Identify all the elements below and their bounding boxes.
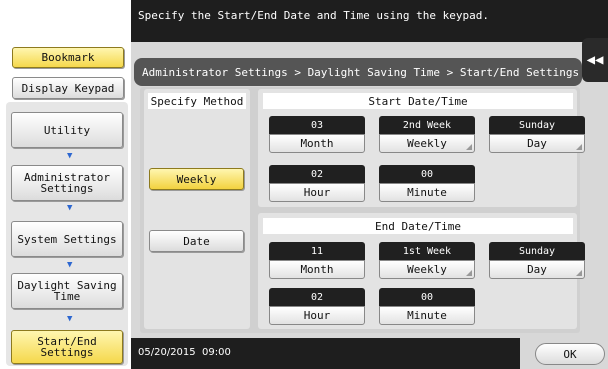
start-minute-label: Minute: [407, 186, 447, 199]
end-day-button[interactable]: Day: [489, 260, 585, 279]
end-hour-value: 02: [269, 288, 365, 307]
start-day-value: Sunday: [489, 116, 585, 135]
start-hour-label: Hour: [303, 186, 331, 199]
start-minute-field: 00 Minute: [379, 165, 475, 202]
start-week-label: Weekly: [407, 137, 447, 150]
start-day-button[interactable]: Day: [489, 134, 585, 153]
status-datetime: 05/20/2015 09:00: [138, 347, 231, 358]
start-month-button[interactable]: Month: [269, 134, 365, 153]
down-arrow-icon: ▼: [67, 314, 73, 324]
start-month-value: 03: [269, 116, 365, 135]
end-week-label: Weekly: [407, 263, 447, 276]
date-method-button[interactable]: Date: [149, 230, 244, 252]
start-header: Start Date/Time: [263, 93, 573, 109]
breadcrumb: Administrator Settings > Daylight Saving…: [134, 58, 582, 86]
specify-method-header: Specify Method: [148, 93, 246, 109]
end-minute-button[interactable]: Minute: [379, 306, 475, 325]
display-keypad-button[interactable]: Display Keypad: [12, 77, 124, 99]
double-left-arrow-icon[interactable]: ◀◀: [582, 38, 608, 82]
start-day-label: Day: [527, 137, 547, 150]
end-minute-label: Minute: [407, 309, 447, 322]
end-day-field: Sunday Day: [489, 242, 585, 279]
end-minute-field: 00 Minute: [379, 288, 475, 325]
start-minute-value: 00: [379, 165, 475, 184]
end-month-button[interactable]: Month: [269, 260, 365, 279]
navigation-tree: Utility ▼ Administrator Settings ▼ Syste…: [6, 102, 128, 366]
nav-administrator-settings[interactable]: Administrator Settings: [11, 165, 123, 201]
start-week-value: 2nd Week: [379, 116, 475, 135]
nav-daylight-saving-time[interactable]: Daylight Saving Time: [11, 273, 123, 309]
start-hour-field: 02 Hour: [269, 165, 365, 202]
dropdown-corner-icon: [466, 144, 472, 150]
dropdown-corner-icon: [576, 144, 582, 150]
weekly-method-button[interactable]: Weekly: [149, 168, 244, 190]
end-month-label: Month: [300, 263, 334, 276]
end-month-field: 11 Month: [269, 242, 365, 279]
specify-method-panel: [144, 89, 250, 329]
dropdown-corner-icon: [576, 270, 582, 276]
start-week-button[interactable]: Weekly: [379, 134, 475, 153]
end-minute-value: 00: [379, 288, 475, 307]
end-hour-field: 02 Hour: [269, 288, 365, 325]
dropdown-corner-icon: [466, 270, 472, 276]
ok-button[interactable]: OK: [535, 343, 605, 365]
end-week-field: 1st Week Weekly: [379, 242, 475, 279]
nav-system-settings[interactable]: System Settings: [11, 221, 123, 257]
end-month-value: 11: [269, 242, 365, 261]
start-month-label: Month: [300, 137, 334, 150]
start-hour-button[interactable]: Hour: [269, 183, 365, 202]
end-header: End Date/Time: [263, 218, 573, 234]
start-month-field: 03 Month: [269, 116, 365, 153]
down-arrow-icon: ▼: [67, 260, 73, 270]
start-hour-value: 02: [269, 165, 365, 184]
start-minute-button[interactable]: Minute: [379, 183, 475, 202]
down-arrow-icon: ▼: [67, 203, 73, 213]
end-hour-label: Hour: [303, 309, 331, 322]
nav-start-end-settings[interactable]: Start/End Settings: [11, 330, 123, 364]
nav-utility[interactable]: Utility: [11, 112, 123, 148]
end-week-value: 1st Week: [379, 242, 475, 261]
instruction-message: Specify the Start/End Date and Time usin…: [138, 9, 489, 22]
start-day-field: Sunday Day: [489, 116, 585, 153]
end-hour-button[interactable]: Hour: [269, 306, 365, 325]
bookmark-button[interactable]: Bookmark: [12, 47, 124, 68]
end-week-button[interactable]: Weekly: [379, 260, 475, 279]
end-day-label: Day: [527, 263, 547, 276]
end-day-value: Sunday: [489, 242, 585, 261]
start-week-field: 2nd Week Weekly: [379, 116, 475, 153]
down-arrow-icon: ▼: [67, 151, 73, 161]
